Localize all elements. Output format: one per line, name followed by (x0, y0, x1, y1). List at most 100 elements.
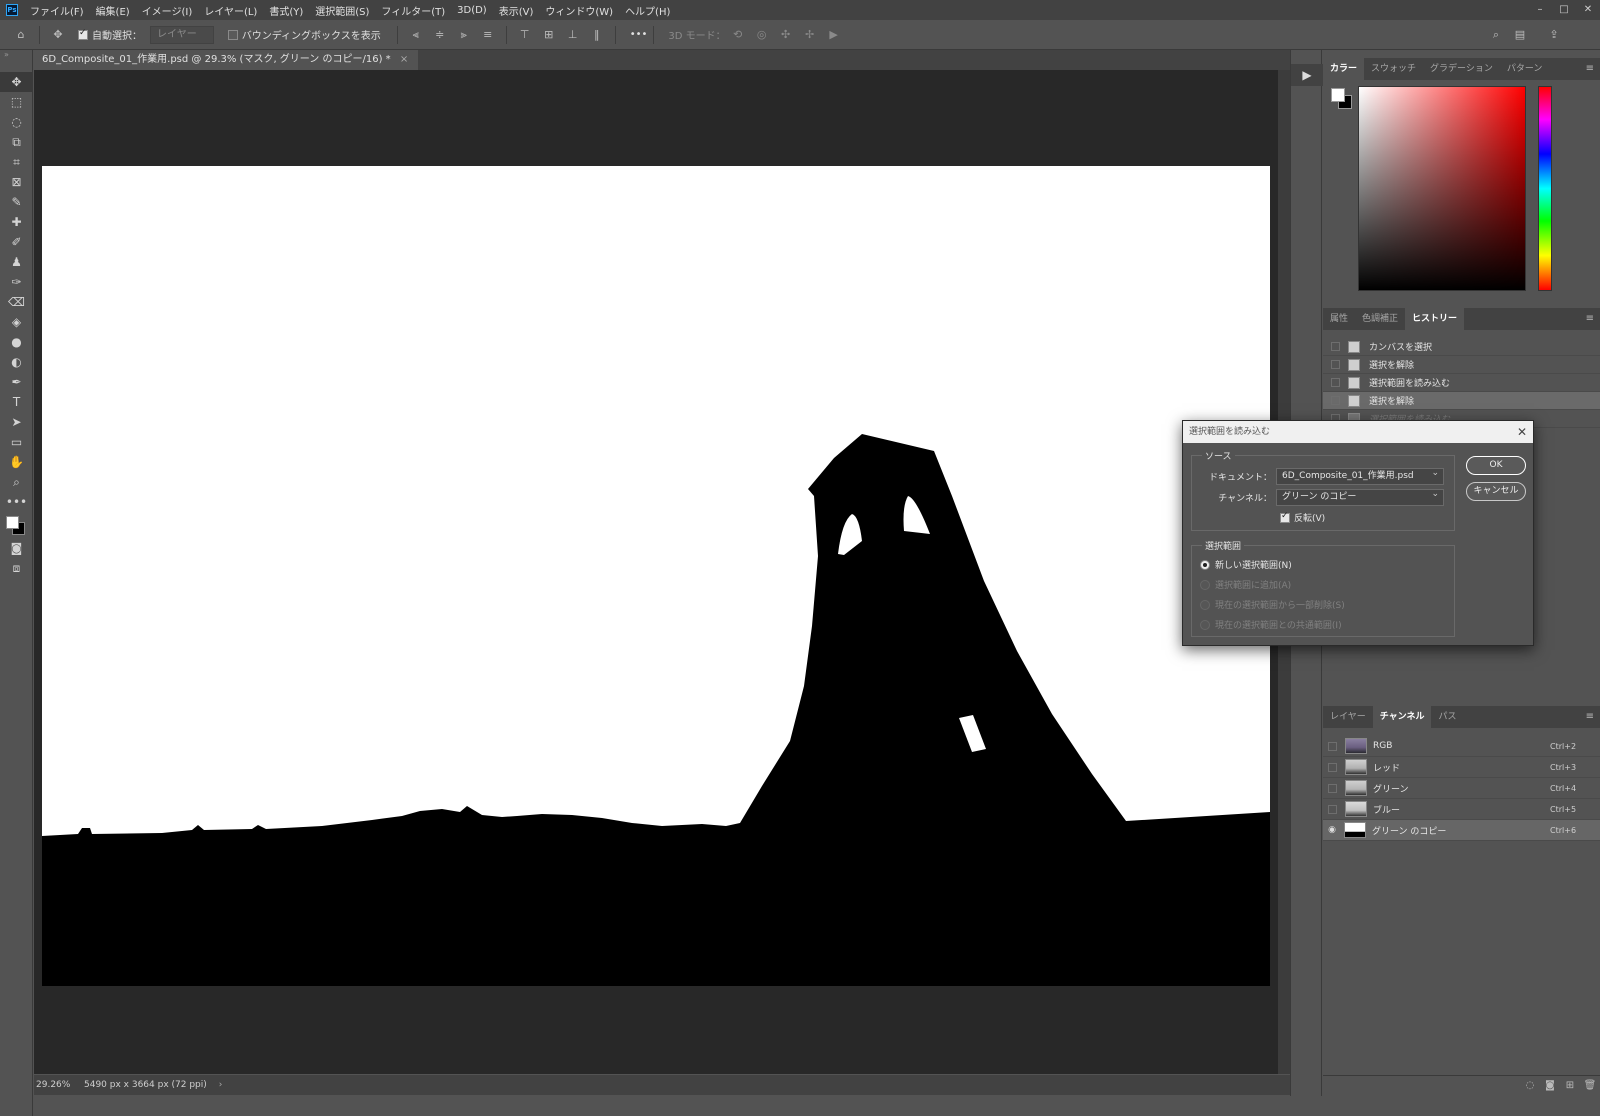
visibility-toggle-box[interactable] (1328, 804, 1337, 814)
color-picker-field[interactable] (1358, 86, 1526, 291)
toolbar-collapse-icon[interactable]: » (0, 50, 32, 72)
menu-view[interactable]: 表示(V) (493, 3, 540, 18)
auto-select-option[interactable]: 自動選択： (78, 27, 142, 42)
panel-menu-icon[interactable]: ≡ (1586, 58, 1594, 80)
minimize-button[interactable]: – (1528, 0, 1552, 20)
history-item[interactable]: カンバスを選択 (1323, 338, 1600, 356)
cancel-button[interactable]: キャンセル (1466, 482, 1526, 501)
eyedropper-tool-icon[interactable]: ✎ (0, 192, 33, 212)
foreground-color-chip[interactable] (1331, 88, 1345, 102)
eraser-tool-icon[interactable]: ⌫ (0, 292, 33, 312)
mores-tool-icon[interactable]: ••• (0, 492, 33, 512)
home-icon[interactable]: ⌂ (14, 28, 28, 42)
channel-row[interactable]: ◉ グリーン のコピー Ctrl+6 (1323, 820, 1600, 841)
load-selection-icon[interactable]: ◌ (1520, 1080, 1540, 1091)
pen-tool-icon[interactable]: ✒ (0, 372, 33, 392)
visibility-toggle-box[interactable] (1328, 762, 1337, 772)
op-new-selection[interactable]: 新しい選択範囲(N) (1200, 558, 1292, 571)
zoom-level[interactable]: 29.26% (34, 1080, 82, 1090)
healing-brush-tool-icon[interactable]: ✚ (0, 212, 33, 232)
menu-filter[interactable]: フィルター(T) (375, 3, 451, 18)
3d-slide-icon[interactable]: ✢ (803, 28, 817, 42)
align-left-icon[interactable]: ⫷ (409, 28, 423, 42)
3d-camera-icon[interactable]: ▶ (827, 28, 841, 42)
tab-paths[interactable]: パス (1431, 706, 1463, 728)
channel-row[interactable]: ブルー Ctrl+5 (1323, 799, 1600, 820)
close-tab-icon[interactable]: × (400, 54, 408, 65)
menu-window[interactable]: ウィンドウ(W) (539, 3, 619, 18)
document-canvas[interactable] (42, 166, 1270, 986)
history-snapshot-checkbox[interactable] (1331, 396, 1340, 405)
type-tool-icon[interactable]: T (0, 392, 33, 412)
menu-edit[interactable]: 編集(E) (90, 3, 136, 18)
delete-channel-icon[interactable]: 🗑 (1580, 1080, 1600, 1091)
hue-slider[interactable] (1538, 86, 1552, 291)
visibility-toggle-box[interactable] (1328, 783, 1337, 793)
save-selection-icon[interactable]: ◙ (1540, 1080, 1560, 1091)
move-tool-preset-icon[interactable]: ✥ (51, 28, 65, 42)
tab-channels[interactable]: チャンネル (1372, 706, 1432, 728)
channel-row[interactable]: RGB Ctrl+2 (1323, 736, 1600, 757)
panel-menu-icon[interactable]: ≡ (1586, 706, 1594, 728)
tab-gradients[interactable]: グラデーション (1423, 58, 1500, 80)
quick-mask-icon[interactable]: ◙ (0, 538, 33, 558)
invert-row[interactable]: 反転(V) (1280, 511, 1325, 524)
channel-dropdown[interactable]: グリーン のコピー (1276, 489, 1444, 506)
crop-tool-icon[interactable]: ⌗ (0, 152, 33, 172)
brush-tool-icon[interactable]: ✐ (0, 232, 33, 252)
history-snapshot-checkbox[interactable] (1331, 342, 1340, 351)
share-icon[interactable]: ⇪ (1547, 28, 1561, 42)
history-item[interactable]: 選択範囲を読み込む (1323, 374, 1600, 392)
search-icon[interactable]: ⌕ (1489, 28, 1503, 42)
rectangle-tool-icon[interactable]: ▭ (0, 432, 33, 452)
align-top-icon[interactable]: ⊤ (518, 28, 532, 42)
screen-mode-icon[interactable]: ⧈ (0, 558, 33, 578)
dodge-tool-icon[interactable]: ◐ (0, 352, 33, 372)
3d-pan-icon[interactable]: ✣ (779, 28, 793, 42)
3d-roll-icon[interactable]: ◎ (755, 28, 769, 42)
visibility-toggle-box[interactable] (1328, 741, 1337, 751)
align-bottom-icon[interactable]: ⊥ (566, 28, 580, 42)
history-snapshot-checkbox[interactable] (1331, 378, 1340, 387)
tab-properties[interactable]: 属性 (1323, 308, 1355, 330)
tab-adjustments[interactable]: 色調補正 (1355, 308, 1405, 330)
align-right-icon[interactable]: ⫸ (457, 28, 471, 42)
close-window-button[interactable]: ✕ (1576, 0, 1600, 20)
history-item[interactable]: 選択を解除 (1323, 356, 1600, 374)
blur-tool-icon[interactable]: ● (0, 332, 33, 352)
bounding-box-checkbox[interactable] (227, 29, 238, 40)
tab-layers[interactable]: レイヤー (1323, 706, 1373, 728)
document-tab[interactable]: 6D_Composite_01_作業用.psd @ 29.3% (マスク, グリ… (34, 50, 419, 70)
actions-play-icon[interactable]: ▶ (1291, 64, 1323, 86)
auto-select-checkbox[interactable] (78, 28, 88, 40)
move-tool-icon[interactable]: ✥ (0, 72, 33, 92)
menu-file[interactable]: ファイル(F) (24, 3, 90, 18)
tab-history[interactable]: ヒストリー (1405, 308, 1465, 330)
lasso-tool-icon[interactable]: ◌ (0, 112, 33, 132)
distribute-h-icon[interactable]: ≡ (481, 28, 495, 42)
workspace-icon[interactable]: ▤ (1513, 28, 1527, 42)
menu-3d[interactable]: 3D(D) (451, 5, 493, 16)
zoom-tool-icon[interactable]: ⌕ (0, 472, 33, 492)
history-snapshot-checkbox[interactable] (1331, 360, 1340, 369)
distribute-v-icon[interactable]: ‖ (590, 28, 604, 42)
menu-layer[interactable]: レイヤー(L) (198, 3, 263, 18)
menu-image[interactable]: イメージ(I) (136, 3, 199, 18)
visibility-eye-icon[interactable]: ◉ (1323, 825, 1341, 835)
foreground-color-swatch[interactable] (6, 516, 19, 529)
ok-button[interactable]: OK (1466, 456, 1526, 475)
bounding-box-option[interactable]: バウンディングボックスを表示 (227, 27, 381, 42)
new-channel-icon[interactable]: ⊞ (1560, 1080, 1580, 1091)
tab-patterns[interactable]: パターン (1500, 58, 1550, 80)
object-select-tool-icon[interactable]: ⧉ (0, 132, 33, 152)
tab-color[interactable]: カラー (1323, 58, 1365, 80)
history-item[interactable]: 選択を解除 (1323, 392, 1600, 410)
tab-swatches[interactable]: スウォッチ (1364, 58, 1423, 80)
clone-stamp-tool-icon[interactable]: ♟ (0, 252, 33, 272)
radio-new-selection[interactable] (1200, 559, 1210, 570)
auto-select-target-dropdown[interactable]: レイヤー (150, 25, 214, 44)
more-options-button[interactable]: ••• (630, 29, 648, 40)
frame-tool-icon[interactable]: ⊠ (0, 172, 33, 192)
align-center-h-icon[interactable]: ≑ (433, 28, 447, 42)
align-middle-v-icon[interactable]: ⊞ (542, 28, 556, 42)
